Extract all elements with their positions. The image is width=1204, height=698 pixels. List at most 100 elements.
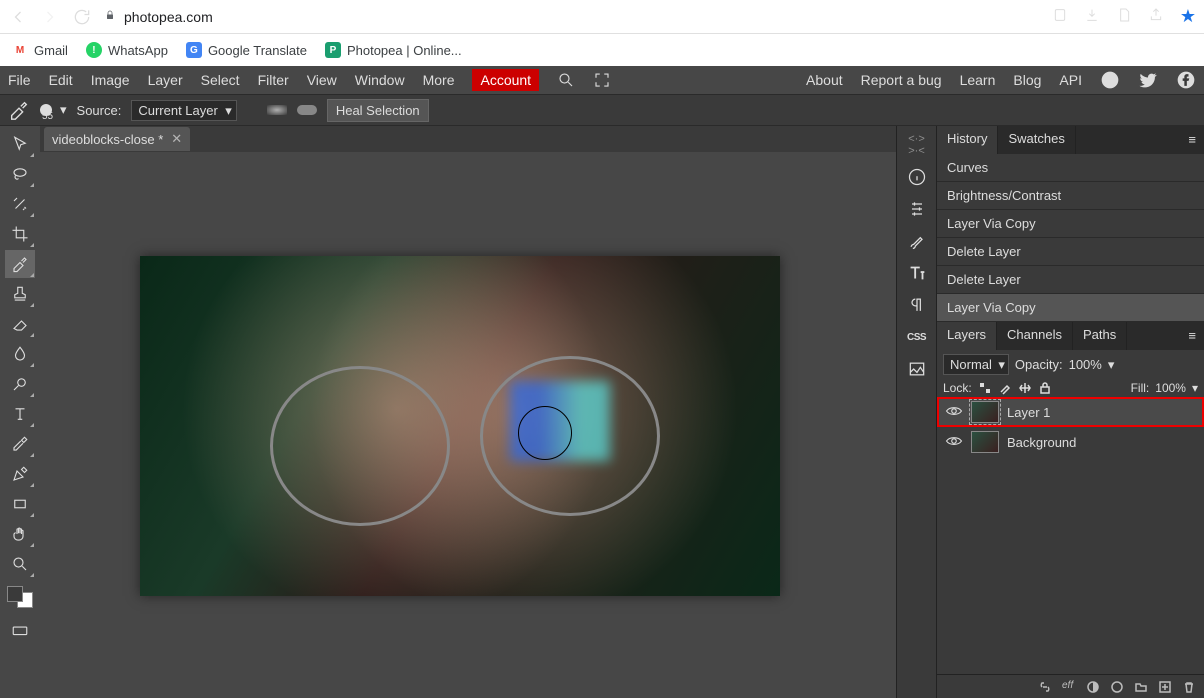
nav-reload[interactable] <box>72 7 92 27</box>
menu-api[interactable]: API <box>1059 72 1082 88</box>
menu-image[interactable]: Image <box>91 72 130 88</box>
adjust-icon[interactable] <box>902 194 932 224</box>
pen-tool[interactable] <box>5 460 35 488</box>
blend-mode-select[interactable]: Normal <box>943 354 1009 375</box>
tab-history[interactable]: History <box>937 126 998 154</box>
opacity-dropdown-icon[interactable]: ▾ <box>1108 357 1115 373</box>
layer-thumbnail[interactable] <box>971 401 999 423</box>
guides-toggle-icon[interactable]: <·>>·< <box>902 130 932 160</box>
document-tab[interactable]: videoblocks-close * ✕ <box>44 127 190 151</box>
menu-more[interactable]: More <box>423 72 455 88</box>
brush-hard-icon[interactable] <box>297 105 317 115</box>
bookmark-gmail[interactable]: MGmail <box>12 42 68 58</box>
lock-pixels-icon[interactable] <box>978 381 992 395</box>
hand-tool[interactable] <box>5 520 35 548</box>
history-item[interactable]: Layer Via Copy <box>937 210 1204 238</box>
menu-layer[interactable]: Layer <box>148 72 183 88</box>
search-icon[interactable] <box>557 71 575 89</box>
menu-reportbug[interactable]: Report a bug <box>861 72 942 88</box>
bookmark-star-icon[interactable]: ★ <box>1180 6 1196 27</box>
image-panel-icon[interactable] <box>902 354 932 384</box>
panel-menu-icon[interactable]: ≡ <box>1180 126 1204 154</box>
menu-view[interactable]: View <box>307 72 337 88</box>
layer-name[interactable]: Background <box>1007 435 1076 450</box>
stamp-tool[interactable] <box>5 280 35 308</box>
share-icon[interactable] <box>1148 7 1164 26</box>
delete-layer-icon[interactable] <box>1182 680 1196 694</box>
menu-window[interactable]: Window <box>355 72 405 88</box>
adjustment-layer-icon[interactable] <box>1110 680 1124 694</box>
tab-close-icon[interactable]: ✕ <box>171 131 182 147</box>
lock-brush-icon[interactable] <box>998 381 1012 395</box>
lock-move-icon[interactable] <box>1018 381 1032 395</box>
visibility-toggle-icon[interactable] <box>945 435 963 449</box>
move-tool[interactable] <box>5 130 35 158</box>
layer-name[interactable]: Layer 1 <box>1007 405 1050 420</box>
bookmark-whatsapp[interactable]: !WhatsApp <box>86 42 168 58</box>
history-item[interactable]: Delete Layer <box>937 238 1204 266</box>
fullscreen-icon[interactable] <box>593 71 611 89</box>
blur-tool[interactable] <box>5 340 35 368</box>
keyboard-icon[interactable] <box>5 616 35 644</box>
type-panel-icon[interactable] <box>902 258 932 288</box>
menu-account[interactable]: Account <box>472 69 539 91</box>
paragraph-icon[interactable] <box>902 290 932 320</box>
link-layers-icon[interactable] <box>1038 680 1052 694</box>
nav-back[interactable] <box>8 7 28 27</box>
shape-tool[interactable] <box>5 490 35 518</box>
layer-effects-icon[interactable]: eff <box>1062 680 1076 694</box>
canvas[interactable] <box>140 256 780 596</box>
brush-preset[interactable]: 55▾ <box>40 102 67 118</box>
download-icon[interactable] <box>1084 7 1100 26</box>
history-item[interactable]: Delete Layer <box>937 266 1204 294</box>
bookmark-photopea[interactable]: PPhotopea | Online... <box>325 42 462 58</box>
eraser-tool[interactable] <box>5 310 35 338</box>
menu-edit[interactable]: Edit <box>49 72 73 88</box>
nav-forward[interactable] <box>40 7 60 27</box>
menu-learn[interactable]: Learn <box>960 72 996 88</box>
zoom-tool[interactable] <box>5 550 35 578</box>
tab-swatches[interactable]: Swatches <box>998 126 1075 154</box>
source-select[interactable]: Current Layer <box>131 100 236 121</box>
info-icon[interactable] <box>902 162 932 192</box>
tab-channels[interactable]: Channels <box>997 322 1073 350</box>
layer-thumbnail[interactable] <box>971 431 999 453</box>
opacity-value[interactable]: 100% <box>1069 357 1102 372</box>
fill-dropdown-icon[interactable]: ▾ <box>1192 381 1198 395</box>
history-item[interactable]: Curves <box>937 154 1204 182</box>
dodge-tool[interactable] <box>5 370 35 398</box>
visibility-toggle-icon[interactable] <box>945 405 963 419</box>
history-item[interactable]: Layer Via Copy <box>937 294 1204 322</box>
tab-paths[interactable]: Paths <box>1073 322 1127 350</box>
healing-tool[interactable] <box>5 250 35 278</box>
menu-filter[interactable]: Filter <box>258 72 289 88</box>
menu-file[interactable]: File <box>8 72 31 88</box>
fill-value[interactable]: 100% <box>1155 381 1186 395</box>
menu-about[interactable]: About <box>806 72 843 88</box>
doc-icon[interactable] <box>1116 7 1132 26</box>
healing-brush-icon[interactable] <box>8 99 30 121</box>
lasso-tool[interactable] <box>5 160 35 188</box>
menu-blog[interactable]: Blog <box>1013 72 1041 88</box>
panel-menu-icon[interactable]: ≡ <box>1180 322 1204 350</box>
new-folder-icon[interactable] <box>1134 680 1148 694</box>
url-bar[interactable]: photopea.com <box>104 8 1040 25</box>
layer-row[interactable]: Background <box>937 427 1204 457</box>
brush-icon[interactable] <box>902 226 932 256</box>
type-tool[interactable] <box>5 400 35 428</box>
tab-layers[interactable]: Layers <box>937 322 997 350</box>
facebook-icon[interactable] <box>1176 70 1196 90</box>
lock-all-icon[interactable] <box>1038 381 1052 395</box>
install-icon[interactable] <box>1052 7 1068 26</box>
bookmark-gtranslate[interactable]: GGoogle Translate <box>186 42 307 58</box>
wand-tool[interactable] <box>5 190 35 218</box>
brush-soft-icon[interactable] <box>267 105 287 115</box>
menu-select[interactable]: Select <box>201 72 240 88</box>
color-swatches[interactable] <box>7 586 33 608</box>
heal-selection-button[interactable]: Heal Selection <box>327 99 429 122</box>
history-item[interactable]: Brightness/Contrast <box>937 182 1204 210</box>
crop-tool[interactable] <box>5 220 35 248</box>
css-icon[interactable]: CSS <box>902 322 932 352</box>
new-layer-icon[interactable] <box>1158 680 1172 694</box>
layer-row[interactable]: Layer 1 <box>937 397 1204 427</box>
